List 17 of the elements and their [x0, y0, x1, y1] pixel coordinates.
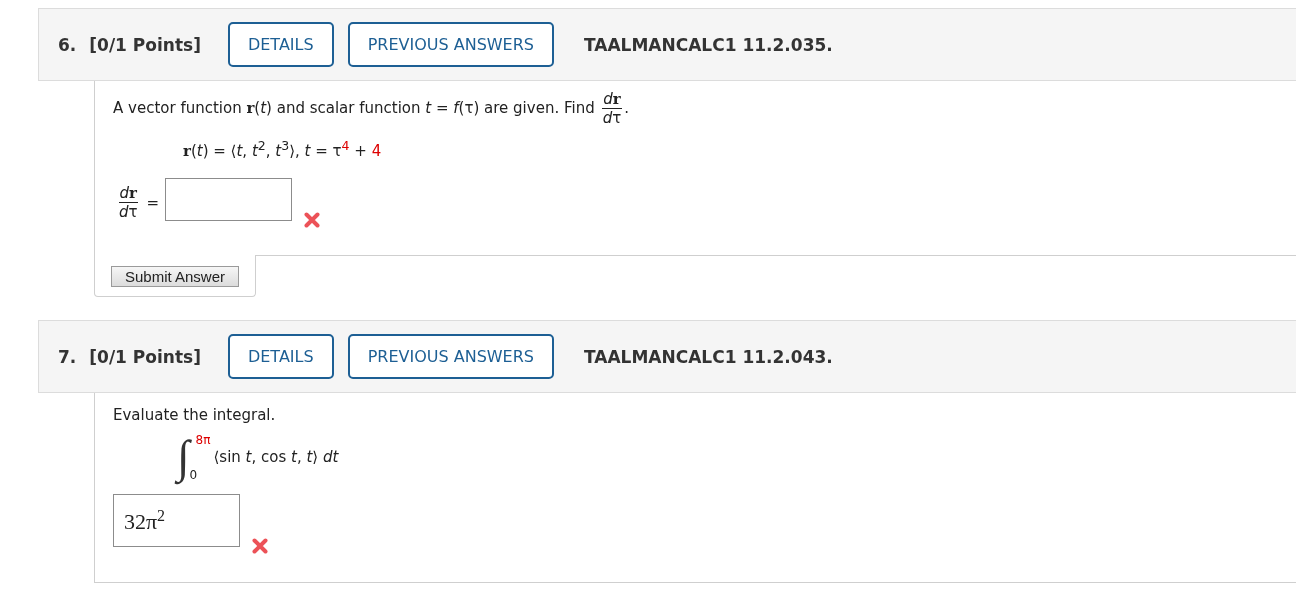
previous-answers-button[interactable]: PREVIOUS ANSWERS	[347, 334, 554, 379]
question-prompt: Evaluate the integral.	[113, 405, 276, 426]
details-button[interactable]: DETAILS	[227, 334, 334, 379]
points-label: [0/1 Points]	[89, 346, 201, 367]
question-prompt: A vector function r(t) and scalar function t = f(τ) are given. Find dr dτ .	[113, 90, 629, 127]
points-label: [0/1 Points]	[89, 34, 201, 55]
answer-field[interactable]: 32π$^{2}$	[113, 494, 240, 547]
answer-field[interactable]	[165, 178, 293, 221]
answer-label: dr dτ =	[117, 184, 160, 221]
question-number: 6.	[58, 34, 77, 55]
math-equation: r(t) = ⟨t, t$^{2}$, t$^{3}$⟩, t = τ$^{4}$ + 4	[183, 137, 382, 161]
problem-code: TAALMANCALC1 11.2.035.	[584, 34, 833, 55]
details-button[interactable]: DETAILS	[227, 22, 334, 67]
submit-button[interactable]: Submit Answer	[111, 266, 240, 287]
question-number: 7.	[58, 346, 77, 367]
previous-answers-button[interactable]: PREVIOUS ANSWERS	[347, 22, 554, 67]
problem-code: TAALMANCALC1 11.2.043.	[584, 346, 833, 367]
